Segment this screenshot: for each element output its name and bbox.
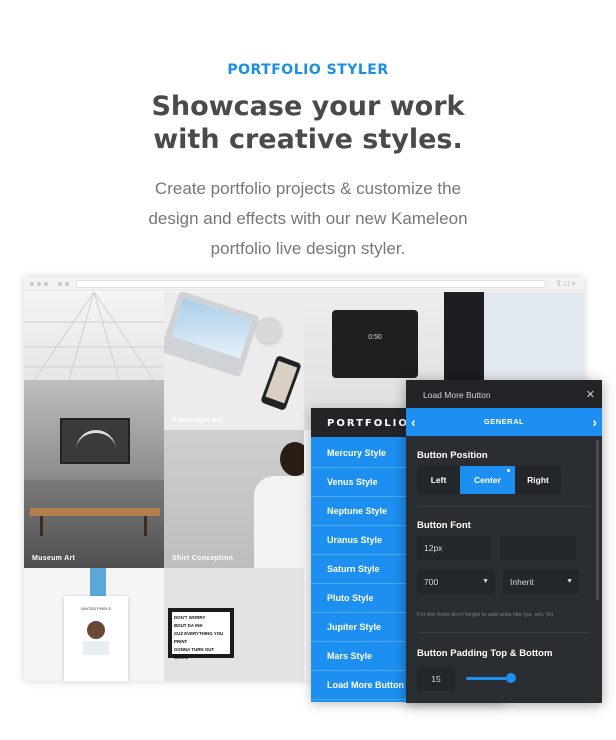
poster-line: PRINT bbox=[174, 639, 188, 644]
tablet-graphic: 0:50 bbox=[332, 310, 418, 378]
position-right-button[interactable]: Right bbox=[515, 466, 561, 494]
shirt-conception-tile[interactable]: Shirt Conception bbox=[164, 430, 304, 568]
subtext-line-2: design and effects with our new Kameleon bbox=[148, 209, 468, 228]
browser-toolbar: ⇪ □ + bbox=[24, 277, 584, 291]
eyebrow-label: PORTFOLIO STYLER bbox=[227, 62, 389, 78]
bench-tile[interactable]: Museum Art bbox=[24, 480, 164, 568]
tile-label: Passenger Art bbox=[172, 417, 224, 424]
laptop-graphic bbox=[164, 292, 260, 378]
poster-line: DON'T WORRY bbox=[174, 615, 206, 620]
passenger-art-tile[interactable]: Passenger Art bbox=[164, 292, 304, 430]
headline-line-1: Showcase your work bbox=[151, 91, 465, 122]
font-weight-select[interactable]: 700 ▼ bbox=[417, 570, 495, 594]
padding-slider-track[interactable] bbox=[466, 677, 510, 680]
id-card-name: UNITED PIXELS bbox=[80, 606, 111, 611]
subtext: Create portfolio projects & customize th… bbox=[108, 174, 508, 264]
headline-line-2: with creative styles. bbox=[153, 124, 463, 155]
chevron-down-icon: ▼ bbox=[482, 578, 489, 585]
position-left-button[interactable]: Left bbox=[417, 466, 460, 494]
id-card: UNITED PIXELS bbox=[64, 596, 128, 681]
bench-graphic bbox=[30, 508, 160, 516]
close-icon[interactable]: ✕ bbox=[586, 388, 595, 401]
chevron-down-icon: ▼ bbox=[566, 578, 573, 585]
share-icon: ⇪ □ + bbox=[555, 279, 576, 288]
headline: Showcase your work with creative styles. bbox=[0, 90, 616, 156]
ceiling-tile[interactable] bbox=[24, 292, 164, 380]
poster-line: GONNA TURN OUT WHITE bbox=[174, 647, 215, 660]
nav-dot bbox=[58, 282, 62, 286]
id-card-tile[interactable]: UNITED PIXELS bbox=[24, 568, 164, 681]
divider bbox=[417, 506, 591, 507]
font-weight-value: 700 bbox=[424, 577, 439, 587]
poster-frame: DON'T WORRY BOUT DA INK CUZ EVERYTHING Y… bbox=[168, 608, 234, 660]
phone-time: 0:50 bbox=[368, 334, 382, 341]
phone-graphic bbox=[260, 355, 302, 411]
poster-line: CUZ EVERYTHING YOU bbox=[174, 631, 224, 636]
speaker-graphic bbox=[256, 317, 282, 343]
tile-label: Museum Art bbox=[32, 555, 76, 562]
settings-tab-bar: ‹ GENERAL › bbox=[406, 408, 602, 436]
panel-scrollbar[interactable] bbox=[596, 440, 599, 600]
button-padding-title: Button Padding Top & Bottom bbox=[417, 648, 553, 659]
padding-slider-knob[interactable] bbox=[506, 673, 516, 683]
nav-dot bbox=[65, 282, 69, 286]
avatar bbox=[87, 621, 105, 639]
font-style-value: Inherit bbox=[510, 577, 534, 587]
window-dot bbox=[44, 282, 48, 286]
button-font-title: Button Font bbox=[417, 520, 471, 531]
font-family-field[interactable] bbox=[500, 536, 576, 560]
subtext-line-1: Create portfolio projects & customize th… bbox=[154, 179, 462, 198]
poster-tile[interactable]: DON'T WORRY BOUT DA INK CUZ EVERYTHING Y… bbox=[164, 568, 304, 681]
window-dot bbox=[30, 282, 34, 286]
next-tab-icon[interactable]: › bbox=[592, 408, 597, 436]
button-position-title: Button Position bbox=[417, 450, 488, 461]
font-units-hint: For the fonts don't forget to add units … bbox=[417, 612, 554, 618]
tile-label: Shirt Conception bbox=[172, 555, 234, 562]
window-dot bbox=[37, 282, 41, 286]
person-body bbox=[254, 476, 304, 568]
font-style-select[interactable]: Inherit ▼ bbox=[503, 570, 579, 594]
subtext-line-3: portfolio live design styler. bbox=[210, 239, 406, 258]
poster-line: BOUT DA INK bbox=[174, 623, 203, 628]
active-dot-icon bbox=[507, 469, 510, 472]
font-size-field[interactable]: 12px bbox=[417, 536, 491, 560]
settings-panel-title: Load More Button bbox=[406, 380, 602, 408]
person-head bbox=[280, 442, 304, 476]
museum-art-tile[interactable] bbox=[24, 380, 164, 480]
url-bar[interactable] bbox=[76, 280, 546, 288]
lanyard bbox=[90, 568, 106, 598]
load-more-settings-panel: Load More Button ✕ ‹ GENERAL › Button Po… bbox=[406, 380, 602, 703]
position-center-button[interactable]: Center bbox=[460, 466, 515, 494]
divider bbox=[417, 632, 591, 633]
ceiling-grid-graphic bbox=[24, 292, 164, 380]
padding-value-field[interactable]: 15 bbox=[417, 667, 455, 691]
framed-picture bbox=[60, 418, 130, 464]
position-center-label: Center bbox=[474, 475, 501, 485]
tab-general[interactable]: GENERAL bbox=[406, 408, 602, 436]
